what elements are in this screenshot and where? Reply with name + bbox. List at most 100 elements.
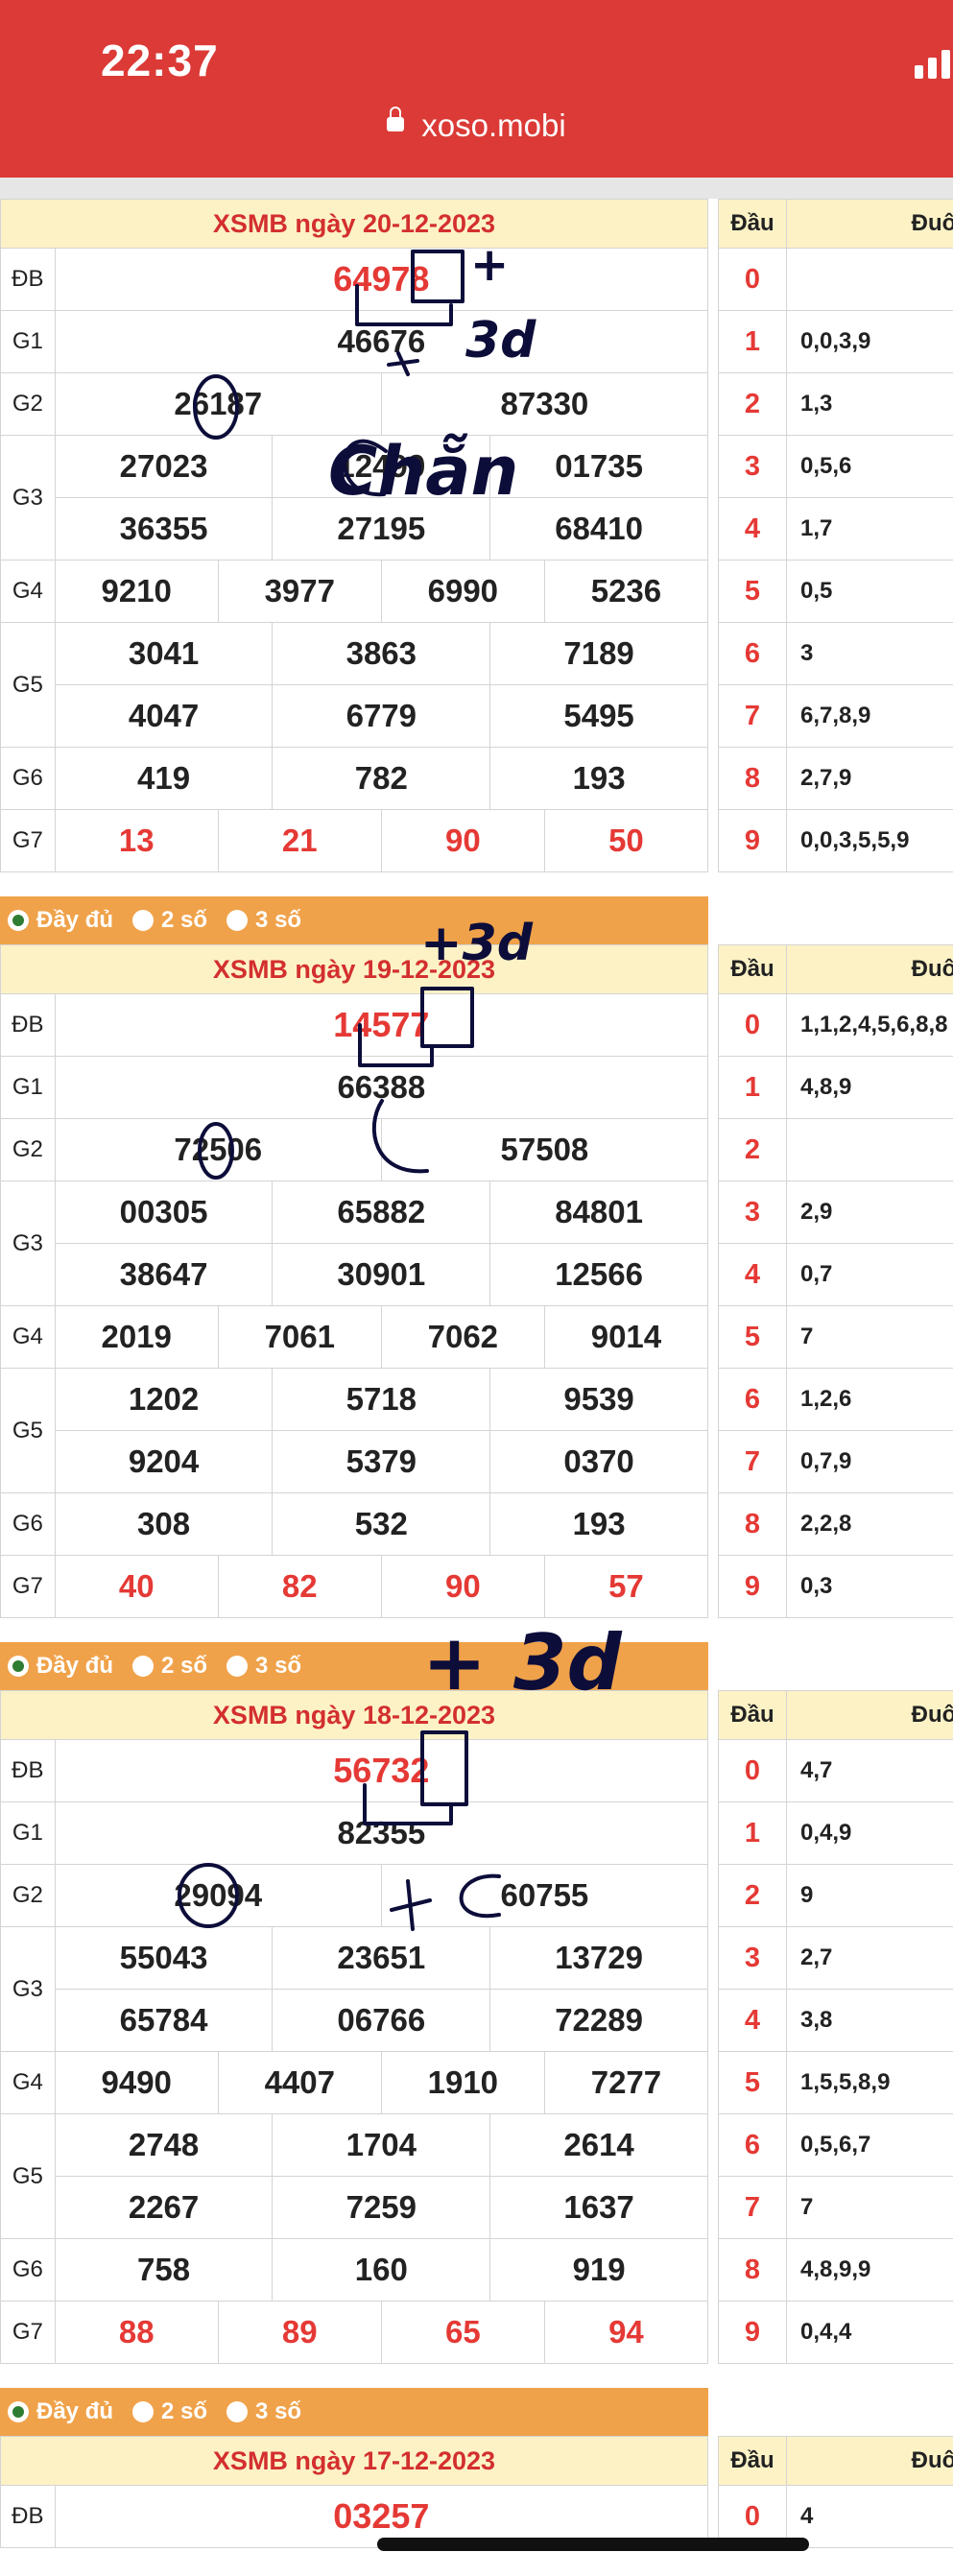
loto-tails: 1,7 [786, 497, 953, 561]
loto-tails: 6,7,8,9 [786, 684, 953, 748]
loto-tails: 0,3 [786, 1555, 953, 1618]
loto-tails: 1,2,6 [786, 1368, 953, 1431]
prize-number: 9210 [54, 560, 219, 623]
loto-head-label: Đầu [718, 199, 787, 249]
signal-icon [915, 48, 953, 79]
prize-label: G1 [0, 1056, 56, 1119]
prize-number: 60755 [380, 1864, 709, 1927]
loto-table-18-12: ĐầuĐuôi 04,7 10,4,9 29 32,7 43,8 51,5,5,… [718, 1690, 953, 2364]
loto-tails: 7 [786, 1305, 953, 1369]
prize-label: G6 [0, 747, 56, 810]
option-full[interactable]: Đầy đủ [8, 1653, 113, 1680]
loto-head: 0 [718, 248, 787, 311]
loto-head-label: Đầu [718, 1690, 787, 1740]
prize-number: 72506 [54, 1118, 382, 1181]
loto-tails: 4,7 [786, 1739, 953, 1802]
loto-tails: 2,2,8 [786, 1492, 953, 1556]
prize-number: 27023 [54, 435, 274, 498]
prize-label: G1 [0, 310, 56, 373]
prize-label: G4 [0, 2051, 56, 2114]
prize-number: 1910 [380, 2051, 545, 2114]
prize-number: 5495 [489, 684, 708, 748]
loto-head: 6 [718, 2113, 787, 2177]
prize-number: 5379 [272, 1430, 491, 1493]
loto-tails: 1,3 [786, 372, 953, 436]
radio-checked-icon [8, 910, 29, 931]
loto-tails: 3 [786, 622, 953, 685]
prize-number: 2614 [489, 2113, 708, 2177]
loto-tails: 4,8,9,9 [786, 2238, 953, 2302]
prize-number: 65882 [272, 1181, 491, 1244]
prize-number: 7277 [543, 2051, 709, 2114]
loto-head: 7 [718, 1430, 787, 1493]
result-table-19-12: XSMB ngày 19-12-2023 ĐB 14577 G1 66388 G2 7… [0, 944, 709, 1618]
prize-number: 2748 [54, 2113, 274, 2177]
prize-label: G2 [0, 1118, 56, 1181]
prize-number: 919 [489, 2238, 708, 2302]
prize-number: 7061 [217, 1305, 382, 1369]
loto-head: 3 [718, 1926, 787, 1990]
special-prize: 64978 [54, 248, 709, 311]
loto-head: 5 [718, 2051, 787, 2114]
loto-tails: 0,4,4 [786, 2301, 953, 2364]
loto-head: 8 [718, 1492, 787, 1556]
loto-head: 9 [718, 809, 787, 872]
loto-tails: 7 [786, 2176, 953, 2239]
loto-tails [786, 1118, 953, 1181]
prize-number: 3041 [54, 622, 274, 685]
loto-head: 7 [718, 2176, 787, 2239]
address-bar[interactable]: xoso.mobi [0, 106, 953, 144]
option-2-digits[interactable]: 2 số [132, 2398, 207, 2425]
result-table-17-12: XSMB ngày 17-12-2023 ĐB 03257 [0, 2436, 709, 2548]
prize-number: 5718 [272, 1368, 491, 1431]
prize-number: 12566 [489, 1243, 708, 1306]
home-indicator[interactable] [377, 2538, 809, 2551]
radio-icon [132, 2401, 155, 2422]
loto-head: 8 [718, 747, 787, 810]
loto-head: 2 [718, 372, 787, 436]
prize-label: G3 [0, 1926, 56, 2052]
display-options-bar: Đầy đủ 2 số 3 số [0, 896, 708, 944]
option-2-digits[interactable]: 2 số [132, 1653, 207, 1680]
special-prize: 56732 [54, 1739, 709, 1802]
loto-head: 8 [718, 2238, 787, 2302]
prize-number: 7189 [489, 622, 708, 685]
prize-number: 90 [380, 809, 545, 872]
prize-label: ĐB [0, 993, 56, 1057]
display-options-bar: Đầy đủ 2 số 3 số [0, 1642, 708, 1690]
loto-tails: 1,1,2,4,5,6,8,8 [786, 993, 953, 1057]
loto-tail-label: Đuôi [786, 2436, 953, 2486]
prize-label: G2 [0, 1864, 56, 1927]
prize-number: 1704 [272, 2113, 491, 2177]
prize-number: 9490 [54, 2051, 219, 2114]
prize-number: 2267 [54, 2176, 274, 2239]
prize-number: 72289 [489, 1989, 708, 2052]
prize-label: ĐB [0, 248, 56, 311]
loto-head: 1 [718, 310, 787, 373]
prize-label: G4 [0, 560, 56, 623]
prize-number: 57 [543, 1555, 709, 1618]
option-3-digits[interactable]: 3 số [226, 907, 301, 934]
radio-icon [226, 2401, 249, 2422]
lock-icon [387, 106, 405, 131]
prize-number: 26187 [54, 372, 382, 436]
prize-number: 57508 [380, 1118, 709, 1181]
prize-number: 21 [217, 809, 382, 872]
option-2-digits[interactable]: 2 số [132, 907, 207, 934]
prize-number: 84801 [489, 1181, 708, 1244]
option-3-digits[interactable]: 3 số [226, 2398, 301, 2425]
option-full[interactable]: Đầy đủ [8, 907, 113, 934]
loto-head: 1 [718, 1056, 787, 1119]
prize-number: 88 [54, 2301, 219, 2364]
prize-number: 4407 [217, 2051, 382, 2114]
option-3-digits[interactable]: 3 số [226, 1653, 301, 1680]
prize-label: G5 [0, 622, 56, 748]
prize-number: 00305 [54, 1181, 274, 1244]
loto-tails: 0,5 [786, 560, 953, 623]
prize-number: 29094 [54, 1864, 382, 1927]
prize-number: 3977 [217, 560, 382, 623]
option-full[interactable]: Đầy đủ [8, 2398, 113, 2425]
prize-number: 308 [54, 1492, 274, 1556]
prize-label: G2 [0, 372, 56, 436]
prize-number: 419 [54, 747, 274, 810]
